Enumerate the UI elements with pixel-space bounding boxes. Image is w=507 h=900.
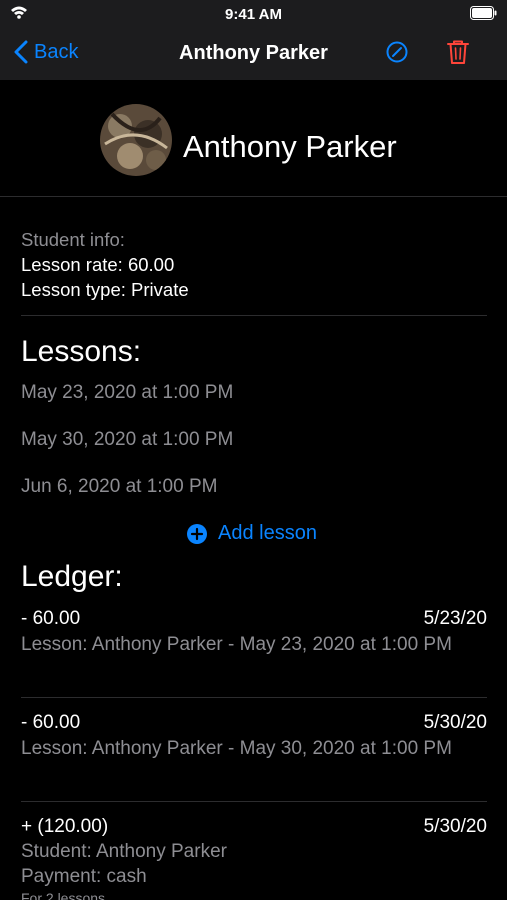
lesson-item[interactable]: Jun 6, 2020 at 1:00 PM bbox=[21, 476, 217, 498]
lesson-type: Lesson type: Private bbox=[21, 279, 189, 300]
lessons-title: Lessons: bbox=[21, 335, 142, 368]
ledger-description: Lesson: Anthony Parker - May 23, 2020 at… bbox=[21, 634, 452, 655]
student-info-label: Student info: bbox=[21, 229, 125, 250]
battery-icon bbox=[470, 6, 497, 20]
lesson-item[interactable]: May 30, 2020 at 1:00 PM bbox=[21, 429, 233, 451]
divider bbox=[21, 315, 487, 316]
avatar bbox=[100, 104, 172, 176]
slash-circle-icon bbox=[386, 41, 408, 63]
ledger-description: Lesson: Anthony Parker - May 30, 2020 at… bbox=[21, 738, 452, 759]
lesson-rate: Lesson rate: 60.00 bbox=[21, 254, 175, 275]
divider bbox=[21, 697, 487, 698]
ledger-amount: + (120.00) bbox=[21, 816, 109, 837]
status-bar: 9:41 AM bbox=[0, 0, 507, 28]
add-lesson-button[interactable]: Add lesson bbox=[186, 522, 317, 545]
ledger-date: 5/23/20 bbox=[423, 608, 487, 629]
profile-header: Anthony Parker bbox=[0, 80, 507, 196]
delete-button[interactable] bbox=[446, 39, 470, 70]
divider bbox=[21, 801, 487, 802]
edit-button[interactable] bbox=[385, 40, 409, 69]
ledger-payment: Payment: cash bbox=[21, 866, 147, 887]
nav-title: Anthony Parker bbox=[179, 42, 328, 64]
lesson-item[interactable]: May 23, 2020 at 1:00 PM bbox=[21, 382, 233, 404]
plus-circle-icon bbox=[187, 523, 207, 544]
ledger-amount: - 60.00 bbox=[21, 608, 81, 629]
ledger-amount: - 60.00 bbox=[21, 712, 81, 733]
ledger-date: 5/30/20 bbox=[423, 712, 487, 733]
ledger-entry[interactable]: + (120.00) 5/30/20 Student: Anthony Park… bbox=[21, 816, 487, 900]
ledger-student: Student: Anthony Parker bbox=[21, 841, 227, 862]
nav-bar: Back Anthony Parker bbox=[0, 28, 507, 80]
divider bbox=[0, 196, 507, 197]
trash-icon bbox=[447, 40, 469, 64]
ledger-title: Ledger: bbox=[21, 560, 123, 593]
status-time: 9:41 AM bbox=[225, 6, 282, 23]
add-lesson-label: Add lesson bbox=[218, 522, 317, 544]
ledger-date: 5/30/20 bbox=[423, 816, 487, 837]
ledger-note: For 2 lessons bbox=[21, 890, 106, 900]
student-name: Anthony Parker bbox=[183, 129, 397, 164]
